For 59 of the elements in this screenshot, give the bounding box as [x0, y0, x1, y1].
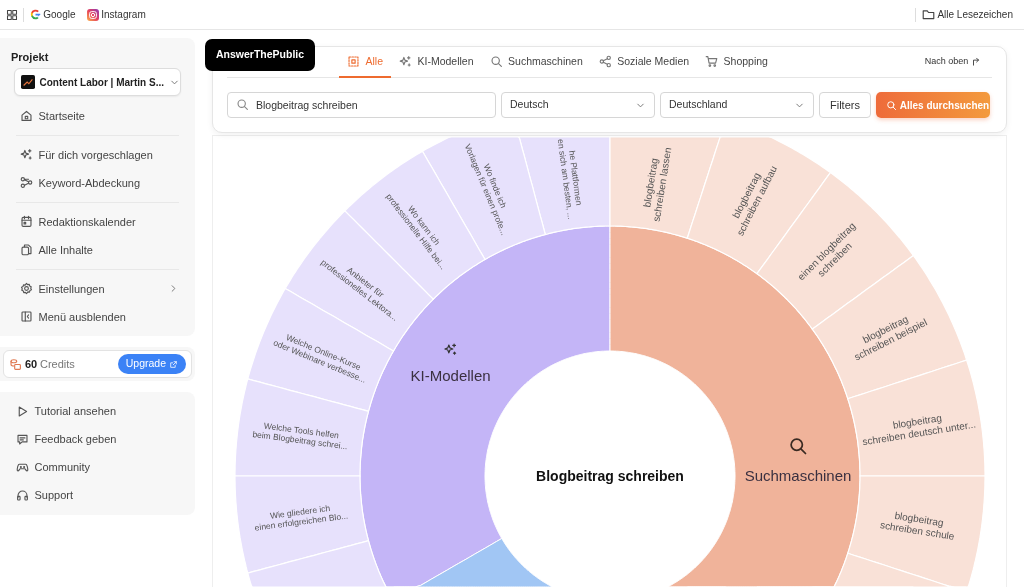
nav-item[interactable]: Menü ausblenden — [0, 302, 195, 331]
nav-item[interactable]: Für dich vorgeschlagen — [0, 140, 195, 169]
search-icon — [489, 55, 503, 68]
home-icon — [20, 109, 33, 123]
arrow-icon — [971, 57, 981, 67]
external-link-icon — [168, 359, 178, 369]
country-select[interactable]: Deutschland — [660, 92, 814, 118]
nodes-icon — [20, 176, 33, 190]
nav-item[interactable]: Keyword-Abdeckung — [0, 168, 195, 197]
play-icon — [16, 404, 29, 418]
category-tab[interactable]: Soziale Medien — [590, 47, 698, 78]
search-icon — [236, 98, 249, 111]
nav-item[interactable]: Alle Inhalte — [0, 235, 195, 264]
folder-icon — [921, 8, 935, 21]
search-icon — [791, 439, 806, 454]
cart-icon — [705, 55, 719, 68]
share-icon — [598, 55, 612, 68]
category-tab[interactable]: Shopping — [697, 47, 776, 78]
help-item[interactable]: Support — [0, 481, 195, 510]
credits-label: Credits — [40, 356, 76, 372]
project-select[interactable]: Content Labor | Martin S... — [14, 68, 181, 97]
category-label: KI-Modellen — [410, 367, 491, 385]
sidebar-icon — [20, 310, 33, 324]
language-select[interactable]: Deutsch — [501, 92, 655, 118]
project-label: Projekt — [10, 50, 50, 65]
all-bookmarks-link[interactable]: Alle Lesezeichen — [921, 7, 1013, 22]
filters-button[interactable]: Filters — [819, 92, 871, 118]
category-tab[interactable]: Suchmaschinen — [481, 47, 591, 78]
help-item[interactable]: Community — [0, 453, 195, 482]
sparkle-icon — [399, 55, 412, 68]
nav-item[interactable]: Redaktionskalender — [0, 207, 195, 236]
keyword-segment[interactable]: Wie gliedere ich einen erfolgreichen Blo... — [234, 475, 370, 574]
search-icon — [885, 99, 897, 111]
chat-icon — [16, 432, 29, 446]
center-label: Blogbeitrag schreiben — [536, 468, 684, 484]
category-tab[interactable]: KI-Modellen — [391, 47, 482, 78]
apps-icon — [5, 8, 18, 21]
project-logo-icon — [20, 75, 35, 90]
coins-icon — [9, 357, 23, 371]
settings-icon — [20, 282, 33, 296]
nav-item[interactable]: Einstellungen — [0, 274, 195, 303]
bookmark-link[interactable]: Instagram — [86, 7, 146, 22]
google-icon — [29, 9, 41, 20]
calendar-icon — [20, 215, 33, 229]
help-item[interactable]: Feedback geben — [0, 425, 195, 454]
upgrade-button[interactable]: Upgrade — [117, 354, 186, 374]
target-icon — [347, 55, 360, 68]
instagram-icon — [86, 8, 99, 21]
bookmark-link[interactable]: Google — [29, 7, 76, 22]
sparkle-icon — [20, 148, 33, 162]
nav-item[interactable]: Startseite — [0, 101, 195, 130]
documents-icon — [20, 243, 33, 257]
headset-icon — [16, 488, 29, 502]
help-item[interactable]: Tutorial ansehen — [0, 397, 195, 426]
search-field[interactable]: Blogbeitrag schreiben — [227, 92, 496, 118]
back-to-top-link[interactable]: Nach oben — [924, 47, 992, 77]
brand-badge: AnswerThePublic — [205, 39, 316, 71]
sparkle-icon — [444, 344, 456, 355]
credits-count: 60 — [25, 356, 38, 372]
